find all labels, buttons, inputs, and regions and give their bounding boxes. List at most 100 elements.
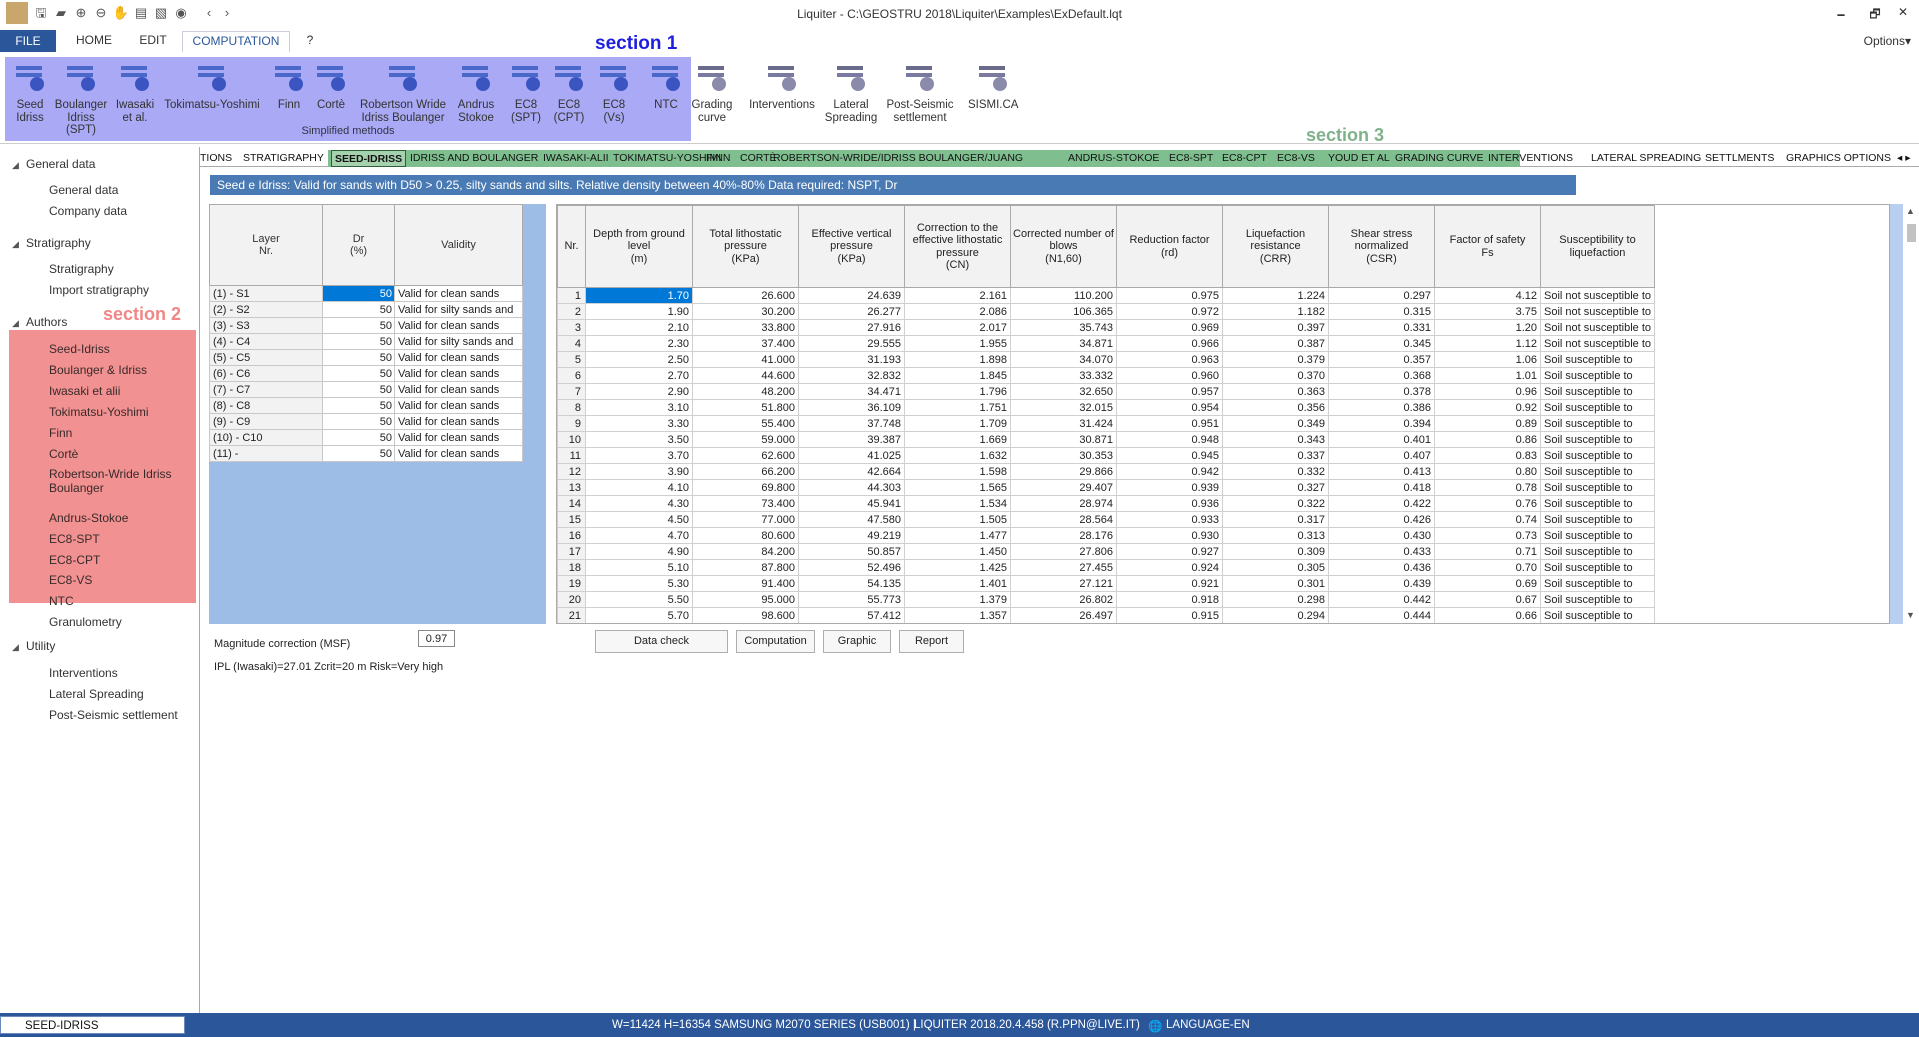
- vertical-scrollbar[interactable]: ▲ ▼: [1903, 204, 1919, 624]
- table-cell[interactable]: 4.10: [585, 479, 693, 496]
- table-cell[interactable]: 4.30: [585, 495, 693, 512]
- graphic-button[interactable]: Graphic: [823, 630, 891, 653]
- nav-author-9[interactable]: EC8-SPT: [49, 532, 100, 546]
- table-row[interactable]: 9 3.30 55.400 37.748 1.709 31.424 0.951 0.349 0.…: [557, 415, 1656, 432]
- subtab-16[interactable]: INTERVENTIONS: [1488, 150, 1573, 167]
- scroll-up-icon[interactable]: ▲: [1906, 206, 1915, 216]
- tab-edit[interactable]: EDIT: [128, 31, 178, 52]
- options-menu[interactable]: Options▾: [1864, 34, 1911, 48]
- nav-company-data[interactable]: Company data: [49, 204, 127, 218]
- table-row[interactable]: (11) -50 Valid for clean sands: [209, 445, 523, 462]
- ribbon-button-5[interactable]: Finn: [272, 60, 306, 112]
- table-cell[interactable]: 3.30: [585, 415, 693, 432]
- table-cell[interactable]: 4.90: [585, 543, 693, 560]
- ribbon-button-1[interactable]: Seed Idriss: [12, 60, 48, 124]
- table-cell[interactable]: 2.50: [585, 351, 693, 368]
- table-row[interactable]: 8 3.10 51.800 36.109 1.751 32.015 0.954 0.356 0.…: [557, 399, 1656, 416]
- close-button[interactable]: ✕: [1893, 5, 1913, 19]
- table-cell[interactable]: 3.70: [585, 447, 693, 464]
- ribbon-button-12[interactable]: NTC: [648, 60, 684, 112]
- table-cell[interactable]: 4.70: [585, 527, 693, 544]
- subtab-14[interactable]: YOUD ET AL: [1328, 150, 1390, 167]
- group-stratigraphy[interactable]: ◢ Stratigraphy: [12, 236, 91, 250]
- subtab-17[interactable]: LATERAL SPREADING: [1591, 150, 1701, 167]
- subtab-11[interactable]: EC8-SPT: [1169, 150, 1213, 167]
- subtab-19[interactable]: GRAPHICS OPTIONS: [1786, 150, 1891, 167]
- table-row[interactable]: 18 5.10 87.800 52.496 1.425 27.455 0.924 0.305 0…: [557, 559, 1656, 576]
- data-check-button[interactable]: Data check: [595, 630, 728, 653]
- computation-button[interactable]: Computation: [736, 630, 815, 653]
- table-row[interactable]: (5) - C5 50 Valid for clean sands: [209, 349, 523, 366]
- status-language[interactable]: LANGUAGE-EN: [1166, 1019, 1250, 1031]
- dr-cell[interactable]: 50: [322, 349, 395, 366]
- nav-author-12[interactable]: NTC: [49, 594, 74, 608]
- ribbon-button-10[interactable]: EC8 (CPT): [549, 60, 589, 124]
- table-row[interactable]: (2) - S2 50 Valid for silty sands and: [209, 301, 523, 318]
- group-authors[interactable]: ◢ Authors: [12, 315, 67, 329]
- table-cell[interactable]: 3.10: [585, 399, 693, 416]
- dr-cell[interactable]: 50: [322, 333, 395, 350]
- nav-author-4[interactable]: Tokimatsu-Yoshimi: [49, 405, 149, 419]
- table-row[interactable]: 11 3.70 62.600 41.025 1.632 30.353 0.945 0.337 0…: [557, 447, 1656, 464]
- table-cell[interactable]: 2.30: [585, 335, 693, 352]
- subtab-13[interactable]: EC8-VS: [1277, 150, 1315, 167]
- dr-cell[interactable]: 50: [322, 429, 395, 446]
- ribbon-button-8[interactable]: Andrus Stokoe: [456, 60, 496, 124]
- ribbon-button-16[interactable]: Post-Seismic settlement: [885, 60, 955, 124]
- ribbon-button-3[interactable]: Iwasaki et al.: [112, 60, 158, 124]
- table-row[interactable]: (6) - C6 50 Valid for clean sands: [209, 365, 523, 382]
- tab-scroll-arrows[interactable]: ◂ ▸: [1897, 150, 1910, 167]
- nav-author-3[interactable]: Iwasaki et alii: [49, 384, 120, 398]
- table-row[interactable]: 21 5.70 98.600 57.412 1.357 26.497 0.915 0.294 0…: [557, 607, 1656, 623]
- nav-lateral-spreading[interactable]: Lateral Spreading: [49, 687, 144, 701]
- subtab-10[interactable]: ANDRUS-STOKOE: [1068, 150, 1159, 167]
- subtab-15[interactable]: GRADING CURVE: [1395, 150, 1484, 167]
- table-row[interactable]: (4) - C4 50 Valid for silty sands and: [209, 333, 523, 350]
- subtab-12[interactable]: EC8-CPT: [1222, 150, 1267, 167]
- table-row[interactable]: 16 4.70 80.600 49.219 1.477 28.176 0.930 0.313 0…: [557, 527, 1656, 544]
- ribbon-button-11[interactable]: EC8 (Vs): [595, 60, 633, 124]
- tab-home[interactable]: HOME: [68, 31, 120, 52]
- subtab-8[interactable]: CORTÈ: [740, 150, 777, 167]
- table-row[interactable]: (8) - C8 50 Valid for clean sands: [209, 397, 523, 414]
- dr-cell[interactable]: 50: [322, 413, 395, 430]
- table-row[interactable]: 2 1.90 30.200 26.277 2.086 106.365 0.972 1.182 0…: [557, 303, 1656, 320]
- dr-cell[interactable]: 50: [322, 365, 395, 382]
- subtab-3[interactable]: SEED-IDRISS: [331, 150, 407, 167]
- nav-author-8[interactable]: Andrus-Stokoe: [49, 511, 128, 525]
- ribbon-button-4[interactable]: Tokimatsu-Yoshimi: [160, 60, 264, 112]
- table-row[interactable]: (10) - C10 50 Valid for clean sands: [209, 429, 523, 446]
- nav-author-6[interactable]: Cortè: [49, 447, 78, 461]
- table-cell[interactable]: 1.90: [585, 303, 693, 320]
- subtab-2[interactable]: STRATIGRAPHY: [243, 150, 324, 167]
- table-cell[interactable]: 4.50: [585, 511, 693, 528]
- table-cell[interactable]: 2.70: [585, 367, 693, 384]
- nav-import-stratigraphy[interactable]: Import stratigraphy: [49, 283, 149, 297]
- table-row[interactable]: 13 4.10 69.800 44.303 1.565 29.407 0.939 0.327 0…: [557, 479, 1656, 496]
- ribbon-button-9[interactable]: EC8 (SPT): [506, 60, 546, 124]
- nav-author-2[interactable]: Boulanger & Idriss: [49, 363, 147, 377]
- table-row[interactable]: 12 3.90 66.200 42.664 1.598 29.866 0.942 0.332 0…: [557, 463, 1656, 480]
- table-row[interactable]: 5 2.50 41.000 31.193 1.898 34.070 0.963 0.379 0.…: [557, 351, 1656, 368]
- table-cell[interactable]: 5.30: [585, 575, 693, 592]
- tab-help[interactable]: ?: [298, 31, 322, 52]
- ribbon-button-6[interactable]: Cortè: [313, 60, 349, 112]
- table-row[interactable]: (7) - C7 50 Valid for clean sands: [209, 381, 523, 398]
- table-row[interactable]: 19 5.30 91.400 54.135 1.401 27.121 0.921 0.301 0…: [557, 575, 1656, 592]
- table-cell[interactable]: 5.10: [585, 559, 693, 576]
- table-cell[interactable]: 2.90: [585, 383, 693, 400]
- report-button[interactable]: Report: [899, 630, 964, 653]
- table-cell[interactable]: 3.90: [585, 463, 693, 480]
- table-row[interactable]: 3 2.10 33.800 27.916 2.017 35.743 0.969 0.397 0.…: [557, 319, 1656, 336]
- ribbon-button-13[interactable]: Grading curve: [690, 60, 734, 124]
- group-general-data[interactable]: ◢ General data: [12, 157, 95, 171]
- msf-input[interactable]: 0.97: [418, 630, 455, 647]
- nav-interventions[interactable]: Interventions: [49, 666, 118, 680]
- subtab-7[interactable]: FINN: [706, 150, 731, 167]
- nav-granulometry[interactable]: Granulometry: [49, 615, 122, 629]
- subtab-5[interactable]: IWASAKI-ALII: [543, 150, 609, 167]
- table-row[interactable]: 17 4.90 84.200 50.857 1.450 27.806 0.927 0.309 0…: [557, 543, 1656, 560]
- table-row[interactable]: 14 4.30 73.400 45.941 1.534 28.974 0.936 0.322 0…: [557, 495, 1656, 512]
- ribbon-button-14[interactable]: Interventions: [746, 60, 818, 112]
- dr-cell[interactable]: 50: [322, 381, 395, 398]
